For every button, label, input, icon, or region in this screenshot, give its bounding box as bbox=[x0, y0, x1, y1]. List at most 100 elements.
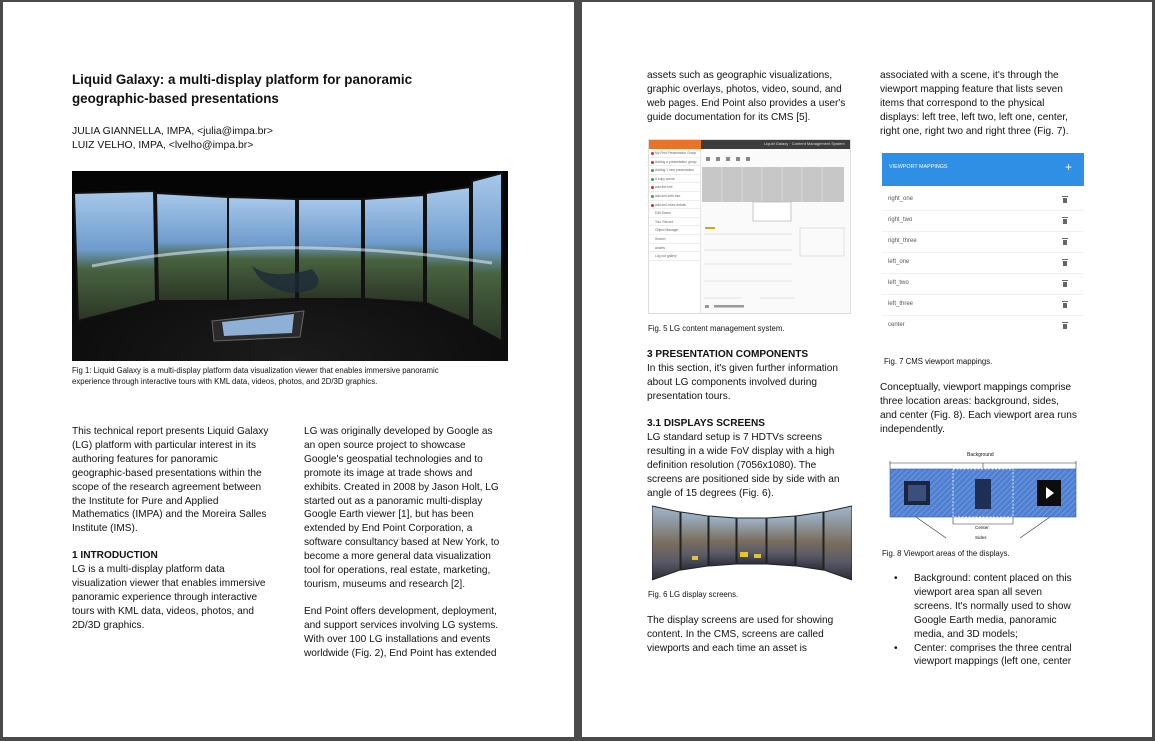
cms-viewport-preview bbox=[702, 167, 844, 222]
cms-sidebar-item: Assets bbox=[649, 244, 700, 253]
text-line: three location areas: background, sides, bbox=[880, 395, 1059, 407]
text-line: tool for operations, real estate, market… bbox=[304, 565, 491, 577]
text-line: the Institute for Pure and Applied bbox=[72, 495, 219, 507]
cms-sidebar-item: Edit Scene bbox=[649, 209, 700, 218]
text-line: panoramic experience through interactive bbox=[72, 591, 258, 603]
text-line: independently. bbox=[880, 423, 945, 435]
paper-title: Liquid Galaxy: a multi-display platform … bbox=[72, 70, 412, 108]
trash-icon bbox=[1062, 217, 1068, 224]
text-line: Mathematics (IMPA) and the Moreira Salle… bbox=[72, 509, 267, 521]
text-line: LG was originally developed by Google as bbox=[304, 426, 493, 437]
cms-form-fields bbox=[704, 227, 845, 299]
text-line: tours with KML data, videos, photos, and bbox=[72, 605, 254, 617]
viewport-row-label: left_two bbox=[888, 280, 909, 286]
text-line: exhibits. Created in 2008 by Jason Holt,… bbox=[304, 481, 499, 493]
viewport-row: left_one bbox=[882, 253, 1084, 274]
authors: JULIA GIANNELLA, IMPA, <julia@impa.br> L… bbox=[72, 125, 273, 153]
text-line: web pages. End Point also provides a use… bbox=[647, 97, 846, 109]
text-line: assets such as geographic visualizations… bbox=[647, 70, 833, 81]
cms-sidebar-item: Object Manager bbox=[649, 226, 700, 235]
column-a-paragraph-2: The display screens are used for showing… bbox=[647, 614, 862, 656]
title-line-1: Liquid Galaxy: a multi-display platform … bbox=[72, 72, 413, 87]
cms-toolbar-icons bbox=[706, 157, 750, 161]
text-line: and support services involving LG system… bbox=[304, 619, 499, 631]
figure-5-caption: Fig. 5 LG content management system. bbox=[648, 324, 785, 333]
text-line: an open source project to showcase bbox=[304, 439, 466, 451]
text-line: Google's geospatial technologies and to bbox=[304, 453, 483, 465]
cms-sidebar-item: Log out gallery bbox=[649, 252, 700, 261]
text-line: promote its image at trade shows and bbox=[304, 467, 473, 479]
text-line: With over 100 LG installations and event… bbox=[304, 633, 491, 645]
viewport-row-label: right_two bbox=[888, 217, 913, 223]
text-line: (LG) platform with particular interest i… bbox=[72, 439, 256, 451]
cms-sidebar-item: Adding a presentation group bbox=[649, 158, 700, 167]
cms-logo-bar bbox=[649, 140, 701, 149]
add-icon: + bbox=[1065, 160, 1073, 174]
column-2-paragraph-1: LG was originally developed by Google as… bbox=[304, 425, 524, 592]
text-line: screens. It's normally used to show bbox=[914, 600, 1071, 612]
text-line: screens are positioned side by side with… bbox=[647, 473, 840, 485]
cms-title: Liquid Galaxy · Content Management Syste… bbox=[764, 141, 845, 146]
trash-icon bbox=[1062, 259, 1068, 266]
text-line: content. In the CMS, screens are called bbox=[647, 628, 824, 640]
figure-1-caption: Fig 1: Liquid Galaxy is a multi-display … bbox=[72, 365, 439, 387]
text-line: resulting in a wide FoV display with a h… bbox=[647, 445, 835, 457]
text-line: graphic overlays, photos, video, sound, … bbox=[647, 83, 842, 95]
cms-sidebar-item: add-the-kml bbox=[649, 183, 700, 192]
trash-icon bbox=[1062, 196, 1068, 203]
text-line: Background: content placed on this bbox=[914, 573, 1072, 584]
section-1-heading: 1 INTRODUCTION bbox=[72, 550, 158, 561]
page-1: Liquid Galaxy: a multi-display platform … bbox=[3, 2, 574, 737]
text-line: started out as a panoramic multi-display bbox=[304, 495, 483, 507]
viewport-row-label: center bbox=[888, 322, 905, 328]
section-3-text: In this section, it's given further info… bbox=[647, 362, 862, 404]
text-line: become a more general data visualization bbox=[304, 551, 491, 563]
figure-7-viewport-mappings: VIEWPORT MAPPINGS + right_one right_two … bbox=[882, 153, 1084, 338]
text-line: End Point offers development, deployment… bbox=[304, 606, 497, 617]
text-line: viewport area span all seven bbox=[914, 586, 1042, 598]
viewport-row-label: right_three bbox=[888, 238, 917, 244]
viewport-row-label: left_three bbox=[888, 301, 914, 307]
text-line: viewport mappings (left one, center bbox=[914, 656, 1072, 668]
column-b-paragraph-2: Conceptually, viewport mappings comprise… bbox=[880, 381, 1100, 437]
title-line-2: geographic-based presentations bbox=[72, 91, 279, 106]
text-line: Institute (IMS). bbox=[72, 523, 138, 535]
column-1-paragraph-1: This technical report presents Liquid Ga… bbox=[72, 425, 287, 536]
viewport-row: right_one bbox=[882, 190, 1084, 211]
column-2-paragraph-2: End Point offers development, deployment… bbox=[304, 605, 524, 661]
figure-6-caption: Fig. 6 LG display screens. bbox=[648, 590, 739, 599]
figure-5-cms-screenshot: Liquid Galaxy · Content Management Syste… bbox=[648, 139, 851, 314]
text-line: angle of 15 degrees (Fig. 6). bbox=[647, 487, 774, 499]
viewport-mappings-title: VIEWPORT MAPPINGS bbox=[889, 164, 948, 170]
viewport-row: right_two bbox=[882, 211, 1084, 232]
figure-1-caption-line: experience through interactive tours wit… bbox=[72, 377, 378, 386]
text-line: items that correspond to the physical bbox=[880, 97, 1045, 109]
text-line: guide documentation for its CMS [5]. bbox=[647, 111, 811, 123]
text-line: right one, right two and right three (Fi… bbox=[880, 125, 1069, 137]
cms-sidebar-item: add-kml-with-tour bbox=[649, 192, 700, 201]
label-sides: Sides bbox=[975, 535, 987, 540]
cms-sidebar-item: My First Presentation Group bbox=[649, 149, 700, 158]
viewport-areas-list: Background: content placed on this viewp… bbox=[894, 572, 1104, 669]
trash-icon bbox=[1062, 322, 1068, 329]
text-line: viewport mapping feature that lists seve… bbox=[880, 83, 1063, 95]
text-line: definition resolution (7056x1080). The bbox=[647, 459, 817, 471]
viewport-row-label: left_one bbox=[888, 259, 910, 265]
text-line: worldwide (Fig. 2), End Point has extend… bbox=[304, 647, 497, 659]
cms-sidebar-item: add-kml-more-details bbox=[649, 201, 700, 210]
cms-editor-area bbox=[702, 157, 845, 308]
trash-icon bbox=[1062, 238, 1068, 245]
text-line: Google Earth media, panoramic bbox=[914, 614, 1057, 626]
page-2: assets such as geographic visualizations… bbox=[582, 2, 1152, 737]
trash-icon bbox=[1062, 301, 1068, 308]
figure-8-diagram bbox=[889, 461, 1077, 539]
figure-1-photo bbox=[72, 171, 508, 361]
trash-icon bbox=[1062, 280, 1068, 287]
figure-8-viewport-areas: Background Center Sides bbox=[886, 452, 1080, 544]
label-center: Center bbox=[975, 525, 989, 530]
text-line: Google Earth viewer [1], but has been bbox=[304, 509, 474, 521]
figure-6-display-screens bbox=[652, 505, 852, 581]
cms-sidebar-item: A copy scene bbox=[649, 175, 700, 184]
label-background: Background bbox=[967, 452, 994, 458]
text-line: and center (Fig. 8). Each viewport area … bbox=[880, 409, 1077, 421]
